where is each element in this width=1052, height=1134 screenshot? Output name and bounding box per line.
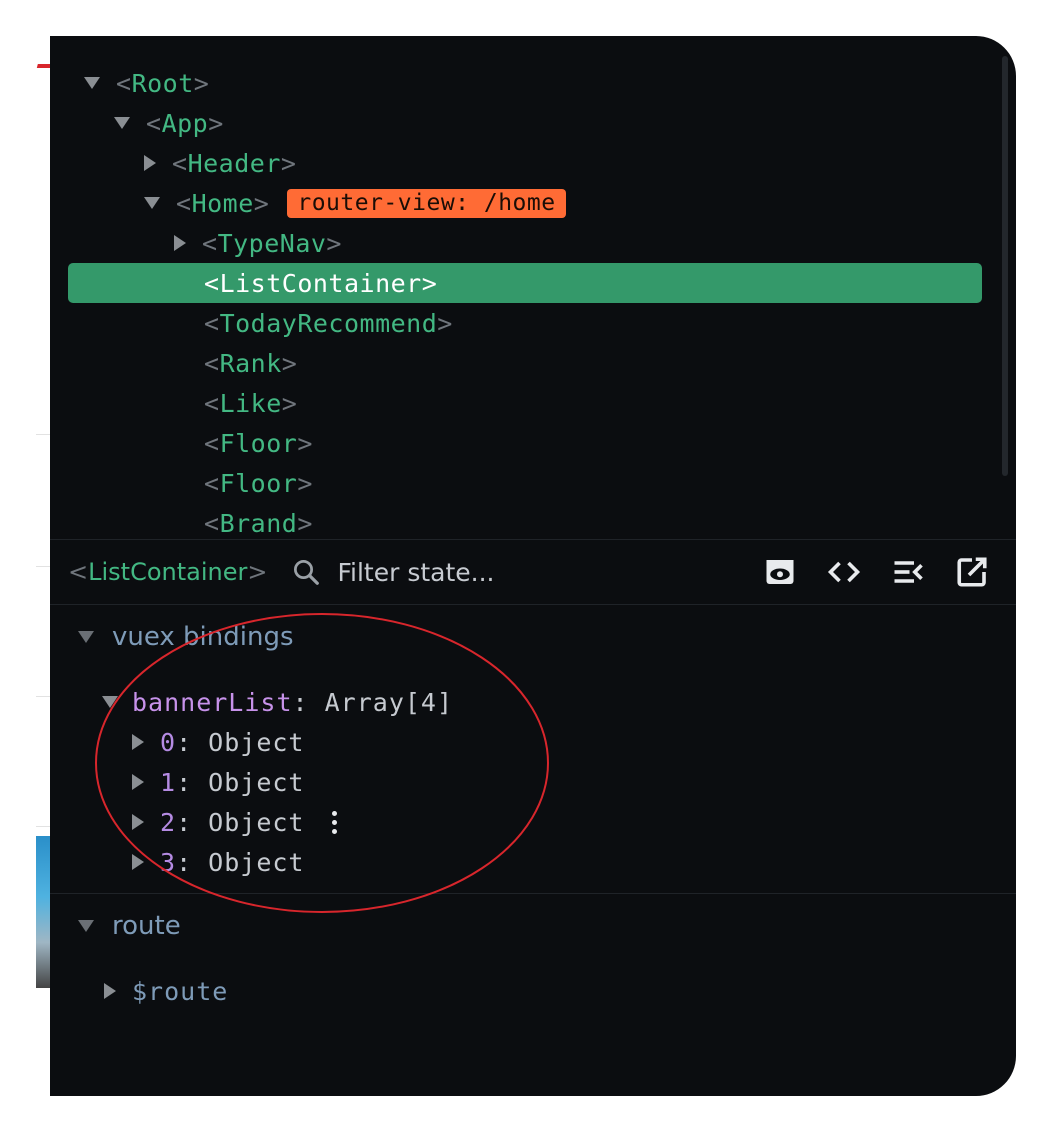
component-name: ListContainer bbox=[219, 268, 422, 298]
component-name: App bbox=[161, 108, 209, 138]
tree-node-rank[interactable]: < Rank > bbox=[174, 343, 297, 383]
more-options-icon[interactable] bbox=[332, 810, 338, 834]
section-title: route bbox=[112, 911, 181, 941]
component-tree: < Root > < App > < Header > < Home > router-view: /h… bbox=[50, 36, 1016, 539]
component-name: TypeNav bbox=[217, 228, 327, 258]
expand-caret-icon bbox=[104, 983, 116, 999]
expand-caret-icon bbox=[132, 854, 144, 870]
section-divider bbox=[50, 893, 1016, 894]
tree-node-listcontainer[interactable]: < ListContainer > bbox=[174, 263, 437, 303]
tree-node-floor[interactable]: < Floor > bbox=[174, 423, 313, 463]
tree-node-floor[interactable]: < Floor > bbox=[174, 463, 313, 503]
open-external-icon[interactable] bbox=[954, 554, 990, 590]
inspected-component-name: <ListContainer> bbox=[68, 558, 268, 586]
state-row-item[interactable]: 1: Object bbox=[132, 762, 304, 802]
component-name: Floor bbox=[219, 468, 298, 498]
vue-devtools-panel: < Root > < App > < Header > < Home > router-view: /h… bbox=[50, 36, 1016, 1096]
component-name: Like bbox=[219, 388, 282, 418]
section-vuex-bindings[interactable]: vuex bindings bbox=[78, 622, 294, 652]
collapse-caret-icon bbox=[78, 631, 94, 643]
section-title: vuex bindings bbox=[112, 622, 294, 652]
tree-node-app[interactable]: < App > bbox=[114, 103, 224, 143]
state-row-item[interactable]: 3: Object bbox=[132, 842, 304, 882]
component-name: Floor bbox=[219, 428, 298, 458]
tree-node-todayrecommend[interactable]: < TodayRecommend > bbox=[174, 303, 453, 343]
state-row-bannerList[interactable]: bannerList: Array[4] bbox=[102, 682, 453, 722]
tree-node-like[interactable]: < Like > bbox=[174, 383, 297, 423]
state-row-route[interactable]: $route bbox=[104, 971, 228, 1011]
tree-node-header[interactable]: < Header > bbox=[144, 143, 296, 183]
expanded-caret-icon[interactable] bbox=[114, 117, 130, 129]
tree-node-typenav[interactable]: < TypeNav > bbox=[174, 223, 342, 263]
state-row-item[interactable]: 0: Object bbox=[132, 722, 304, 762]
filter-state-input[interactable] bbox=[335, 556, 720, 588]
expand-caret-icon bbox=[102, 696, 118, 708]
component-name: Root bbox=[131, 68, 194, 98]
expanded-caret-icon[interactable] bbox=[84, 77, 100, 89]
expand-caret-icon bbox=[132, 774, 144, 790]
search-icon bbox=[294, 560, 320, 585]
section-route[interactable]: route bbox=[78, 911, 181, 941]
inspector-actions bbox=[762, 554, 990, 590]
component-name: Brand bbox=[219, 508, 298, 538]
component-name: Home bbox=[191, 188, 254, 218]
router-view-badge: router-view: /home bbox=[287, 188, 566, 218]
collapsed-caret-icon[interactable] bbox=[174, 235, 186, 251]
collapse-caret-icon bbox=[78, 920, 94, 932]
tree-scrollbar[interactable] bbox=[1002, 56, 1008, 476]
collapsed-caret-icon[interactable] bbox=[144, 155, 156, 171]
tree-node-brand[interactable]: < Brand > bbox=[174, 503, 313, 539]
eye-icon[interactable] bbox=[762, 554, 798, 590]
component-name: Header bbox=[187, 148, 281, 178]
code-icon[interactable] bbox=[826, 554, 862, 590]
expanded-caret-icon[interactable] bbox=[144, 197, 160, 209]
tree-node-home[interactable]: < Home > router-view: /home bbox=[144, 183, 566, 223]
inspector-toolbar: <ListContainer> bbox=[50, 540, 1016, 604]
component-name: Rank bbox=[219, 348, 282, 378]
collapse-list-icon[interactable] bbox=[890, 554, 926, 590]
toolbar-divider bbox=[50, 604, 1016, 605]
tree-node-root[interactable]: < Root > bbox=[84, 63, 209, 103]
expand-caret-icon bbox=[132, 734, 144, 750]
component-name: TodayRecommend bbox=[219, 308, 438, 338]
expand-caret-icon bbox=[132, 814, 144, 830]
state-row-item[interactable]: 2: Object bbox=[132, 802, 338, 842]
